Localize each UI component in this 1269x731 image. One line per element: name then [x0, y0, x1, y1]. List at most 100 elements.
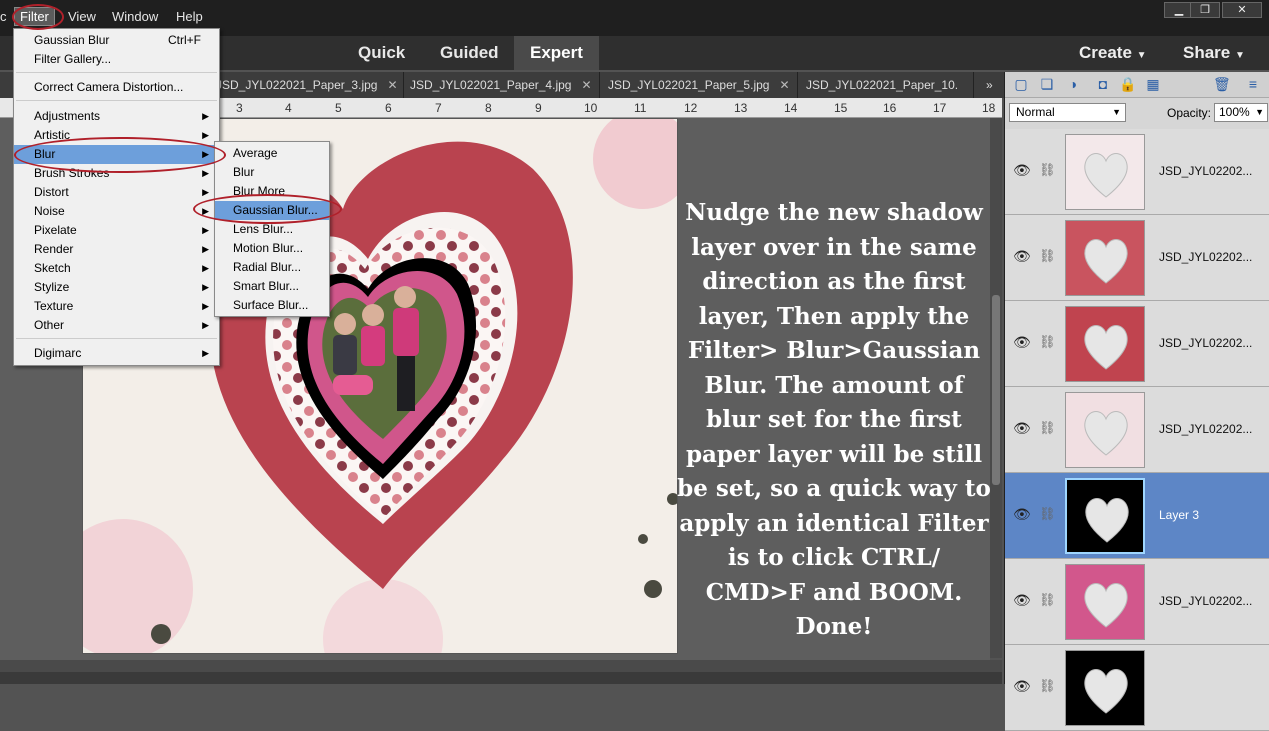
menu-item-radial-blur[interactable]: Radial Blur... [215, 258, 329, 277]
layer-row[interactable]: 👁 ⛓ [1005, 645, 1269, 731]
chevron-down-icon: ▼ [1234, 50, 1245, 61]
opacity-label: Opacity: [1167, 106, 1212, 120]
menu-item-digimarc[interactable]: Digimarc ▶ [14, 344, 219, 363]
menu-item-stylize[interactable]: Stylize ▶ [14, 278, 219, 297]
close-tab-icon[interactable]: ✕ [581, 78, 591, 92]
layer-row[interactable]: 👁 ⛓ JSD_JYL02202... [1005, 301, 1269, 387]
panel-menu-icon[interactable]: ≡ [1245, 76, 1261, 92]
layer-name: Layer 3 [1159, 508, 1200, 522]
ruler-tick: 18 [982, 101, 996, 115]
tab-overflow-button[interactable]: » [980, 72, 1002, 98]
eye-icon[interactable]: 👁 [1013, 507, 1031, 521]
menu-item-other[interactable]: Other ▶ [14, 316, 219, 335]
layer-thumbnail [1065, 392, 1145, 468]
layers-panel: ▢ ❏ ◑ ◘ 🔒 ▦ 🗑 ≡ Normal ▼ Opacity: 100% ▼ 👁… [1004, 72, 1269, 731]
menu-item-label: Render [34, 242, 74, 256]
close-button[interactable]: ✕ [1222, 2, 1262, 18]
restore-button[interactable]: ❐ [1190, 2, 1220, 18]
menu-help[interactable]: Help [176, 9, 203, 24]
menu-view[interactable]: View [68, 9, 96, 24]
layer-row[interactable]: 👁 ⛓ JSD_JYL02202... [1005, 559, 1269, 645]
ruler-tick: 5 [335, 101, 342, 115]
adjustment-layer-icon[interactable]: ◑ [1065, 76, 1081, 92]
menu-item-correct-camera-distortion[interactable]: Correct Camera Distortion... [14, 78, 219, 97]
link-icon[interactable]: ⛓ [1039, 248, 1056, 264]
tab-paper-5[interactable]: JSD_JYL022021_Paper_5.jpg ✕ [602, 72, 798, 98]
layer-thumbnail [1065, 564, 1145, 640]
menu-item-average[interactable]: Average [215, 144, 329, 163]
instruction-text: Nudge the new shadow layer over in the s… [677, 199, 991, 640]
menu-item-motion-blur[interactable]: Motion Blur... [215, 239, 329, 258]
eye-icon[interactable]: 👁 [1013, 163, 1031, 177]
eye-icon[interactable]: 👁 [1013, 421, 1031, 435]
menu-item-pixelate[interactable]: Pixelate ▶ [14, 221, 219, 240]
submenu-arrow-icon: ▶ [202, 168, 209, 178]
link-icon[interactable]: ⛓ [1039, 334, 1056, 350]
tab-paper-3[interactable]: JSD_JYL022021_Paper_3.jpg ✕ [210, 72, 404, 98]
close-tab-icon[interactable]: ✕ [779, 78, 789, 92]
menu-item-smart-blur[interactable]: Smart Blur... [215, 277, 329, 296]
submenu-arrow-icon: ▶ [202, 225, 209, 235]
opacity-field[interactable]: 100% ▼ [1214, 103, 1268, 122]
menu-item-noise[interactable]: Noise ▶ [14, 202, 219, 221]
menu-window[interactable]: Window [112, 9, 158, 24]
vertical-scrollbar-thumb[interactable] [992, 295, 1000, 485]
menu-item-texture[interactable]: Texture ▶ [14, 297, 219, 316]
eye-icon[interactable]: 👁 [1013, 593, 1031, 607]
eye-icon[interactable]: 👁 [1013, 335, 1031, 349]
layer-mask-icon[interactable]: ◘ [1095, 76, 1111, 92]
blend-mode-value: Normal [1016, 105, 1055, 119]
link-icon[interactable]: ⛓ [1039, 420, 1056, 436]
ruler-tick: 3 [236, 101, 243, 115]
menu-edit-partial[interactable]: c [0, 9, 7, 24]
mode-guided[interactable]: Guided [424, 36, 515, 70]
ruler-tick: 12 [684, 101, 698, 115]
layer-row[interactable]: 👁 ⛓ JSD_JYL02202... [1005, 387, 1269, 473]
link-icon[interactable]: ⛓ [1039, 162, 1056, 178]
tab-label: JSD_JYL022021_Paper_10. [806, 78, 959, 92]
eye-icon[interactable]: 👁 [1013, 249, 1031, 263]
eye-icon[interactable]: 👁 [1013, 679, 1031, 693]
menu-item-gaussian-blur-last[interactable]: Gaussian Blur Ctrl+F [14, 31, 219, 50]
lock-transparency-icon[interactable]: ▦ [1145, 76, 1161, 92]
link-icon[interactable]: ⛓ [1039, 678, 1056, 694]
menu-item-label: Noise [34, 204, 65, 218]
mode-quick[interactable]: Quick [342, 36, 421, 70]
create-button[interactable]: Create ▼ [1079, 36, 1147, 70]
highlight-ring-gaussian [193, 194, 342, 224]
ruler-tick: 7 [435, 101, 442, 115]
tab-paper-4[interactable]: JSD_JYL022021_Paper_4.jpg ✕ [404, 72, 600, 98]
highlight-ring-blur [14, 137, 226, 173]
blend-mode-select[interactable]: Normal ▼ [1009, 103, 1126, 122]
ruler-tick: 14 [784, 101, 798, 115]
menu-item-filter-gallery[interactable]: Filter Gallery... [14, 50, 219, 69]
menu-item-adjustments[interactable]: Adjustments ▶ [14, 107, 219, 126]
new-group-icon[interactable]: ❏ [1039, 76, 1055, 92]
menu-item-label: Pixelate [34, 223, 77, 237]
tab-paper-10[interactable]: JSD_JYL022021_Paper_10. [800, 72, 974, 98]
menu-item-distort[interactable]: Distort ▶ [14, 183, 219, 202]
menu-item-blur-simple[interactable]: Blur [215, 163, 329, 182]
submenu-arrow-icon: ▶ [202, 244, 209, 254]
close-tab-icon[interactable]: ✕ [387, 78, 397, 92]
layer-thumbnail [1065, 478, 1145, 554]
link-icon[interactable]: ⛓ [1039, 506, 1056, 522]
menu-item-sketch[interactable]: Sketch ▶ [14, 259, 219, 278]
horizontal-scrollbar[interactable] [0, 660, 1002, 672]
link-icon[interactable]: ⛓ [1039, 592, 1056, 608]
lock-icon[interactable]: 🔒 [1119, 76, 1136, 92]
layer-row[interactable]: 👁 ⛓ JSD_JYL02202... [1005, 129, 1269, 215]
menu-item-surface-blur[interactable]: Surface Blur... [215, 296, 329, 315]
new-layer-icon[interactable]: ▢ [1013, 76, 1029, 92]
menu-separator [16, 100, 217, 101]
submenu-arrow-icon: ▶ [202, 348, 209, 358]
layer-row[interactable]: 👁 ⛓ Layer 3 [1005, 473, 1269, 559]
layer-row[interactable]: 👁 ⛓ JSD_JYL02202... [1005, 215, 1269, 301]
ruler-tick: 13 [734, 101, 748, 115]
highlight-ring-filter [12, 4, 64, 30]
mode-expert[interactable]: Expert [514, 36, 599, 70]
trash-icon[interactable]: 🗑 [1213, 76, 1231, 92]
share-button[interactable]: Share ▼ [1183, 36, 1245, 70]
menu-item-render[interactable]: Render ▶ [14, 240, 219, 259]
submenu-arrow-icon: ▶ [202, 111, 209, 121]
